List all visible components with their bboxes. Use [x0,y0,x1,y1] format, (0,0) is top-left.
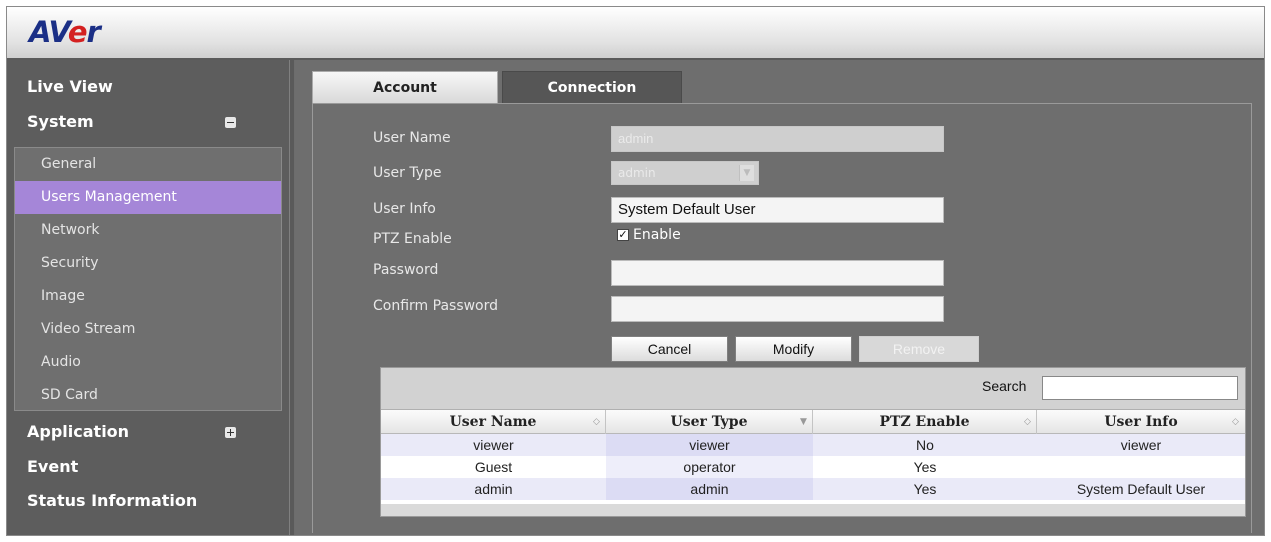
search-input[interactable] [1042,376,1238,400]
cell-user-info: viewer [1120,437,1162,453]
users-table: Search User Name ◇ User Type ▼ PTZ Enable ◇… [380,367,1246,517]
chevron-down-icon: ▼ [739,165,754,181]
confirm-password-label: Confirm Password [373,298,499,314]
table-toolbar: Search [381,368,1245,410]
tab-account[interactable]: Account [312,71,498,104]
cancel-button[interactable]: Cancel [611,336,728,362]
sidebar-item-security[interactable]: Security [15,247,281,280]
sidebar-item-status-information[interactable]: Status Information [7,484,289,517]
sidebar-item-audio[interactable]: Audio [15,346,281,379]
column-header-ptz-enable[interactable]: PTZ Enable ◇ [813,410,1037,434]
tab-connection[interactable]: Connection [502,71,682,104]
cell-user-info: System Default User [1076,481,1206,497]
ptz-enable-label: PTZ Enable [373,231,452,247]
sidebar-item-event[interactable]: Event [7,450,289,483]
table-row[interactable]: Guest operator Yes [381,456,1245,478]
sidebar-item-users-management[interactable]: Users Management [15,181,281,214]
table-row[interactable]: viewer viewer No viewer [381,434,1245,456]
ptz-enable-checkbox-label[interactable]: Enable [633,225,681,245]
modify-button[interactable]: Modify [735,336,852,362]
cell-user-info [1037,456,1245,478]
cell-ptz-enable: Yes [913,459,937,475]
cell-user-name: admin [474,481,513,497]
column-header-user-name[interactable]: User Name ◇ [381,410,606,434]
plus-icon[interactable] [225,427,236,438]
sidebar-item-network[interactable]: Network [15,214,281,247]
app-window: AVer Live View System General Users Mana… [6,6,1265,536]
sidebar-item-video-stream[interactable]: Video Stream [15,313,281,346]
confirm-password-field[interactable] [611,296,944,322]
search-label: Search [982,378,1027,394]
sort-icon: ◇ [1232,417,1239,427]
remove-button: Remove [859,336,979,362]
sort-icon: ◇ [1024,417,1031,427]
sidebar-item-system[interactable]: System [7,105,289,138]
user-type-label: User Type [373,165,442,181]
password-label: Password [373,262,439,278]
cell-user-name: viewer [473,437,514,453]
sidebar-item-application[interactable]: Application [7,415,289,448]
aver-logo: AVer [29,15,101,49]
user-info-field[interactable]: System Default User [611,197,944,223]
cell-ptz-enable: No [916,437,934,453]
sort-icon: ◇ [593,417,600,427]
cell-user-type: viewer [606,434,813,456]
table-footer [381,504,1245,516]
minus-icon[interactable] [225,117,236,128]
cell-user-type: operator [606,456,813,478]
column-header-user-type[interactable]: User Type ▼ [606,410,813,434]
account-panel: User Name admin User Type admin ▼ User In… [312,103,1252,533]
sidebar-divider [289,60,294,535]
cell-user-name: Guest [474,459,513,475]
sidebar-item-general[interactable]: General [15,148,281,181]
main-content: Account Connection User Name admin User … [295,60,1264,535]
sidebar-item-image[interactable]: Image [15,280,281,313]
cell-ptz-enable: Yes [913,481,937,497]
sidebar: Live View System General Users Managemen… [7,60,289,535]
sidebar-item-sd-card[interactable]: SD Card [15,379,281,412]
user-info-label: User Info [373,201,436,217]
system-submenu: General Users Management Network Securit… [14,147,282,411]
user-name-field: admin [611,126,944,152]
cell-user-type: admin [606,478,813,500]
password-field[interactable] [611,260,944,286]
column-header-user-info[interactable]: User Info ◇ [1037,410,1245,434]
header-bar: AVer [7,7,1264,60]
sort-descending-icon: ▼ [800,417,807,427]
check-icon[interactable]: ✓ [617,229,629,241]
table-header: User Name ◇ User Type ▼ PTZ Enable ◇ User I… [381,410,1245,434]
table-row[interactable]: admin admin Yes System Default User [381,478,1245,500]
user-name-label: User Name [373,130,451,146]
user-type-select: admin ▼ [611,161,759,185]
sidebar-item-live-view[interactable]: Live View [7,70,289,103]
